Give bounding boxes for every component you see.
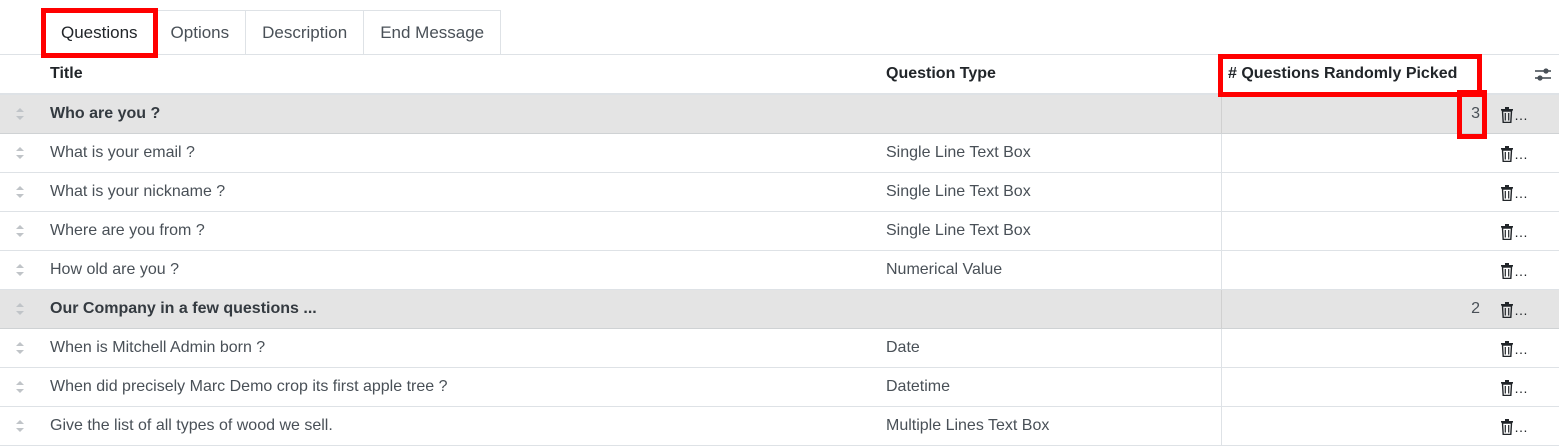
question-row[interactable]: Where are you from ? Single Line Text Box… bbox=[0, 212, 1559, 251]
question-row[interactable]: Give the list of all types of wood we se… bbox=[0, 407, 1559, 446]
delete-button[interactable]: … bbox=[1500, 378, 1530, 398]
drag-handle-icon[interactable] bbox=[14, 224, 26, 238]
section-row[interactable]: Who are you ? 3 … bbox=[0, 95, 1559, 134]
row-question-type: Numerical Value bbox=[886, 261, 1003, 278]
trash-icon bbox=[1501, 146, 1513, 162]
column-divider bbox=[1221, 407, 1222, 445]
column-divider bbox=[1221, 368, 1222, 406]
column-header-random-count[interactable]: # Questions Randomly Picked bbox=[1228, 65, 1457, 83]
trash-icon bbox=[1501, 224, 1513, 240]
column-header-title[interactable]: Title bbox=[50, 65, 83, 83]
optional-columns-icon[interactable] bbox=[1534, 66, 1552, 84]
row-title[interactable]: Give the list of all types of wood we se… bbox=[50, 417, 333, 435]
row-title[interactable]: When did precisely Marc Demo crop its fi… bbox=[50, 378, 447, 396]
row-title[interactable]: Who are you ? bbox=[50, 105, 160, 123]
column-divider bbox=[1221, 173, 1222, 211]
delete-ellipsis: … bbox=[1514, 107, 1528, 123]
column-divider bbox=[1221, 329, 1222, 367]
column-header-question-type[interactable]: Question Type bbox=[886, 65, 996, 83]
trash-icon bbox=[1501, 341, 1513, 357]
delete-ellipsis: … bbox=[1514, 341, 1528, 357]
row-title[interactable]: When is Mitchell Admin born ? bbox=[50, 339, 265, 357]
question-row[interactable]: When did precisely Marc Demo crop its fi… bbox=[0, 368, 1559, 407]
trash-icon bbox=[1501, 380, 1513, 396]
column-divider bbox=[1221, 95, 1222, 133]
question-row[interactable]: How old are you ? Numerical Value … bbox=[0, 251, 1559, 290]
question-row[interactable]: What is your email ? Single Line Text Box… bbox=[0, 134, 1559, 173]
delete-button[interactable]: … bbox=[1500, 261, 1530, 281]
table-body: Who are you ? 3 … What is your email ? Singl… bbox=[0, 95, 1559, 446]
row-random-count: 3 bbox=[1471, 105, 1480, 122]
question-row[interactable]: What is your nickname ? Single Line Text … bbox=[0, 173, 1559, 212]
drag-handle-icon[interactable] bbox=[14, 341, 26, 355]
delete-button[interactable]: … bbox=[1500, 300, 1530, 320]
row-question-type: Single Line Text Box bbox=[886, 144, 1031, 161]
column-divider bbox=[1221, 251, 1222, 289]
delete-ellipsis: … bbox=[1514, 380, 1528, 396]
tab-bar: Questions Options Description End Messag… bbox=[44, 10, 502, 55]
row-question-type: Multiple Lines Text Box bbox=[886, 417, 1050, 434]
delete-ellipsis: … bbox=[1514, 302, 1528, 318]
column-divider bbox=[1221, 290, 1222, 328]
drag-handle-icon[interactable] bbox=[14, 419, 26, 433]
row-random-count: 2 bbox=[1471, 300, 1480, 317]
row-question-type: Single Line Text Box bbox=[886, 222, 1031, 239]
column-divider bbox=[1221, 134, 1222, 172]
drag-handle-icon[interactable] bbox=[14, 263, 26, 277]
drag-handle-icon[interactable] bbox=[14, 380, 26, 394]
drag-handle-icon[interactable] bbox=[14, 107, 26, 121]
table-header: Title Question Type # Questions Randomly… bbox=[0, 55, 1559, 95]
delete-button[interactable]: … bbox=[1500, 417, 1530, 437]
column-divider bbox=[1221, 212, 1222, 250]
trash-icon bbox=[1501, 419, 1513, 435]
delete-ellipsis: … bbox=[1514, 224, 1528, 240]
delete-button[interactable]: … bbox=[1500, 105, 1530, 125]
delete-button[interactable]: … bbox=[1500, 183, 1530, 203]
drag-handle-icon[interactable] bbox=[14, 185, 26, 199]
row-question-type: Datetime bbox=[886, 378, 951, 395]
tab-questions[interactable]: Questions bbox=[44, 10, 155, 55]
drag-handle-icon[interactable] bbox=[14, 146, 26, 160]
delete-ellipsis: … bbox=[1514, 146, 1528, 162]
trash-icon bbox=[1501, 263, 1513, 279]
delete-button[interactable]: … bbox=[1500, 144, 1530, 164]
row-title[interactable]: Where are you from ? bbox=[50, 222, 205, 240]
tab-description[interactable]: Description bbox=[246, 10, 365, 55]
trash-icon bbox=[1501, 302, 1513, 318]
trash-icon bbox=[1501, 107, 1513, 123]
row-title[interactable]: What is your email ? bbox=[50, 144, 195, 162]
delete-ellipsis: … bbox=[1514, 263, 1528, 279]
row-title[interactable]: How old are you ? bbox=[50, 261, 179, 279]
delete-button[interactable]: … bbox=[1500, 222, 1530, 242]
row-question-type: Single Line Text Box bbox=[886, 183, 1031, 200]
row-title[interactable]: Our Company in a few questions ... bbox=[50, 300, 317, 318]
trash-icon bbox=[1501, 185, 1513, 201]
question-row[interactable]: When is Mitchell Admin born ? Date … bbox=[0, 329, 1559, 368]
tab-end-message[interactable]: End Message bbox=[364, 10, 502, 55]
section-row[interactable]: Our Company in a few questions ... 2 … bbox=[0, 290, 1559, 329]
drag-handle-icon[interactable] bbox=[14, 302, 26, 316]
questions-table: Title Question Type # Questions Randomly… bbox=[0, 55, 1559, 446]
delete-ellipsis: … bbox=[1514, 185, 1528, 201]
delete-button[interactable]: … bbox=[1500, 339, 1530, 359]
delete-ellipsis: … bbox=[1514, 419, 1528, 435]
row-question-type: Date bbox=[886, 339, 920, 356]
row-title[interactable]: What is your nickname ? bbox=[50, 183, 225, 201]
tab-options[interactable]: Options bbox=[154, 10, 247, 55]
